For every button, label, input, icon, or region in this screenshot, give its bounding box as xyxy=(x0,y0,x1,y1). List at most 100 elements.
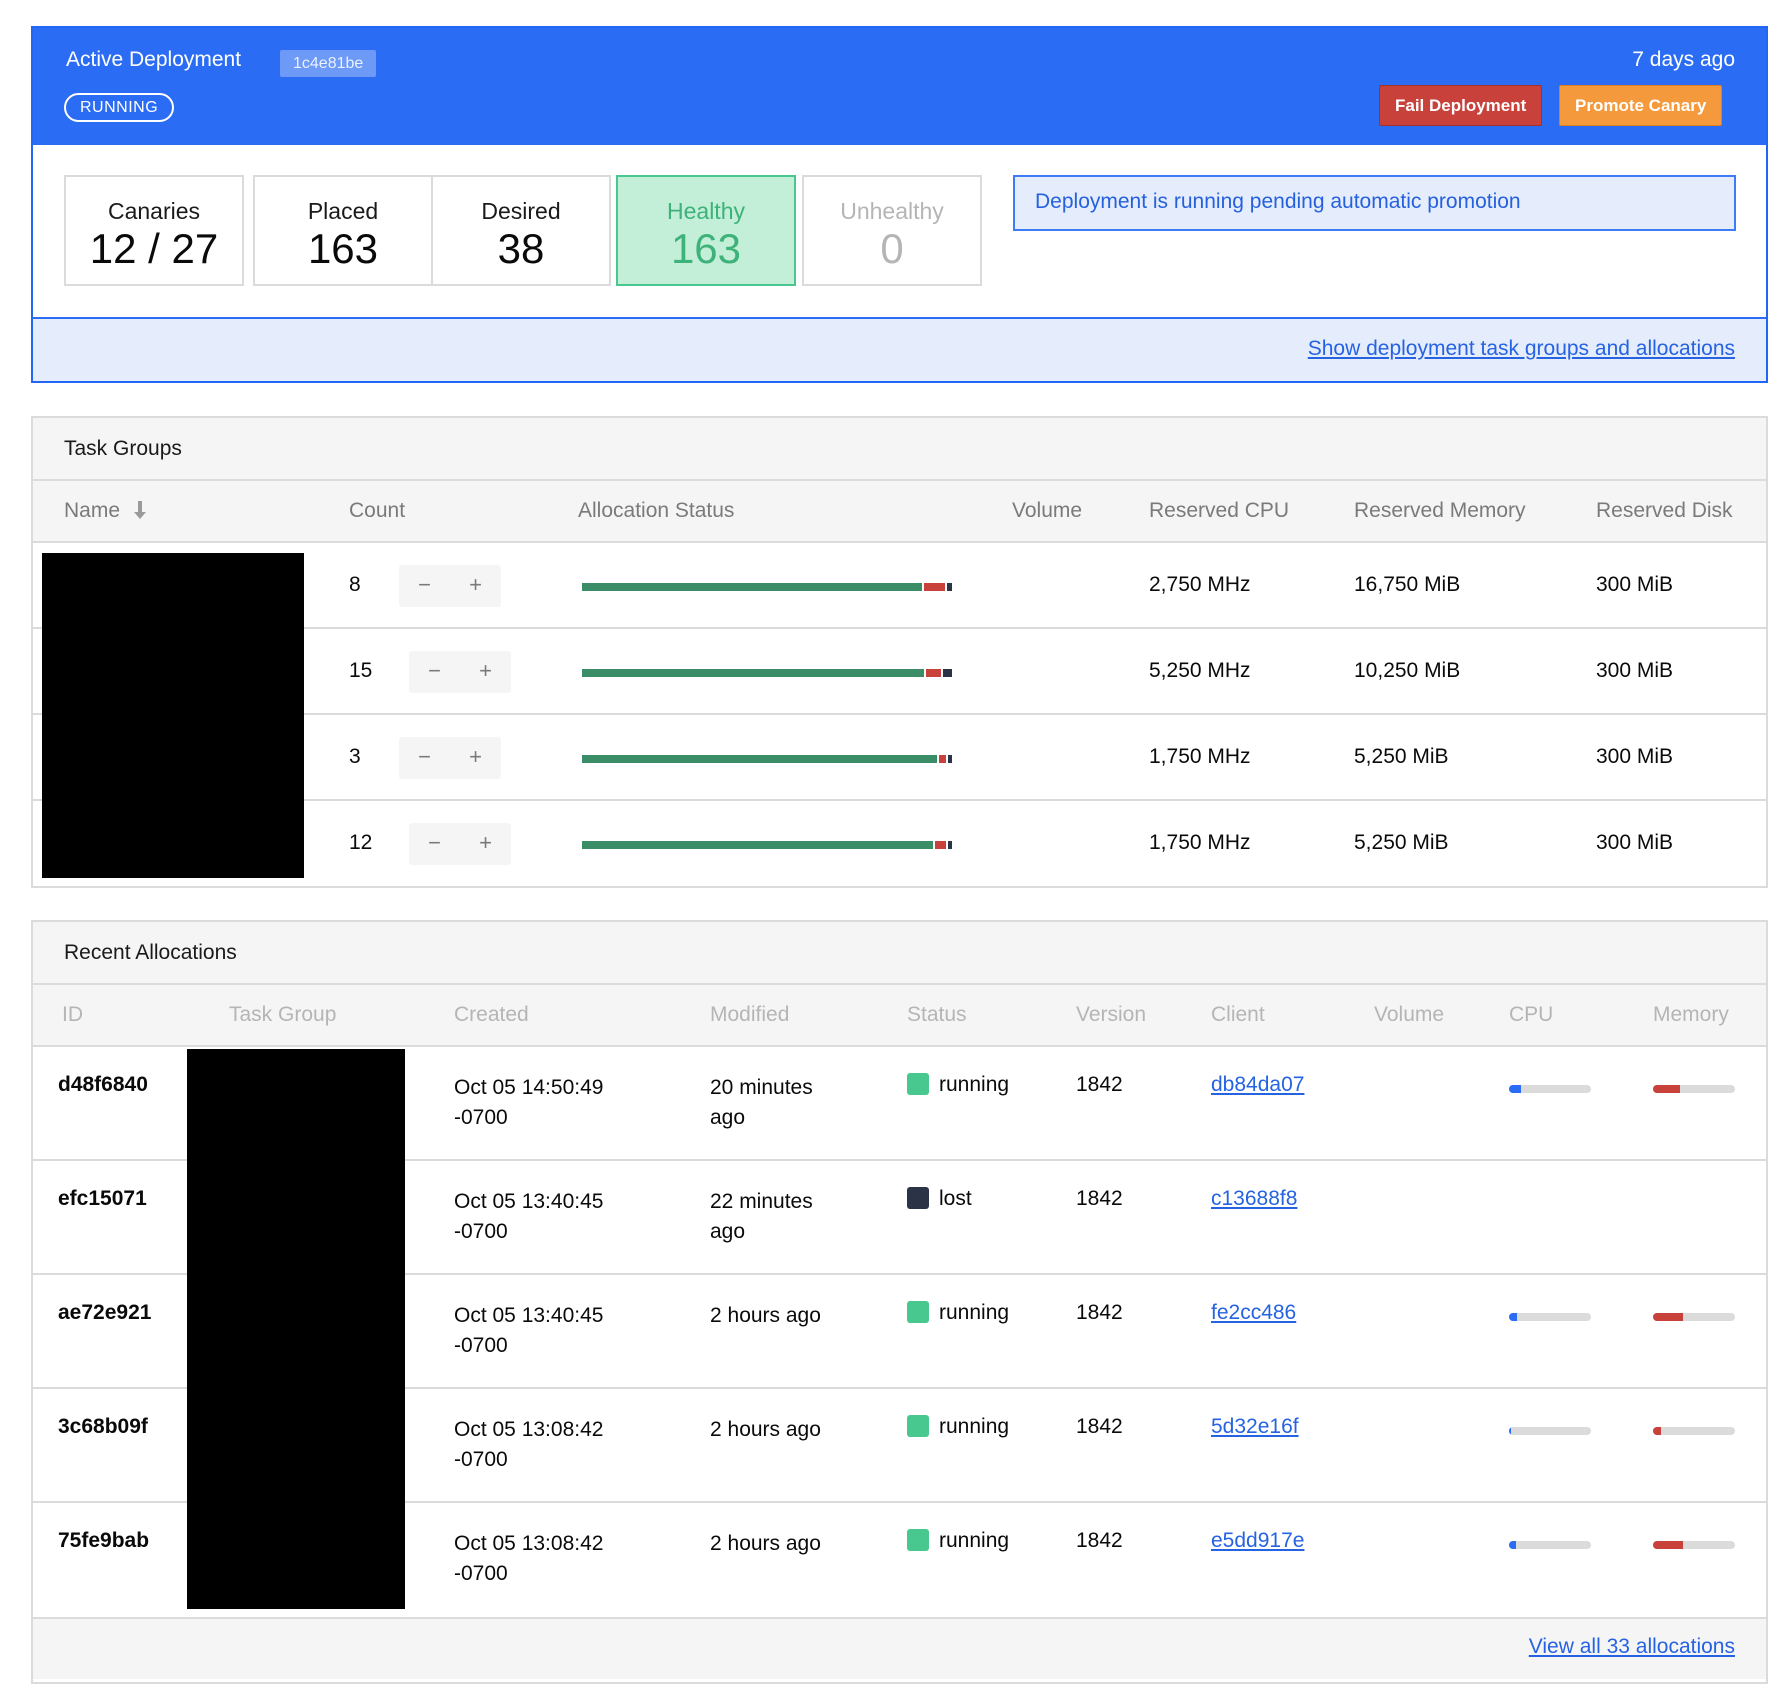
modified-text: 2 hours ago xyxy=(710,1418,821,1441)
increment-button[interactable]: + xyxy=(450,565,501,607)
memory-meter xyxy=(1653,1427,1735,1435)
reserved-cpu: 1,750 MHz xyxy=(1149,831,1251,854)
created-time: Oct 05 14:50:49 xyxy=(454,1076,604,1099)
show-task-groups-link[interactable]: Show deployment task groups and allocati… xyxy=(1308,337,1735,361)
allocation-created: Oct 05 14:50:49 -0700 xyxy=(454,1073,603,1133)
allocation-status: lost xyxy=(907,1187,972,1211)
allocation-id[interactable]: d48f6840 xyxy=(58,1073,148,1097)
client-link[interactable]: db84da07 xyxy=(1211,1073,1304,1097)
client-link[interactable]: fe2cc486 xyxy=(1211,1301,1296,1325)
allocation-failed-segment xyxy=(939,755,947,763)
allocation-version: 1842 xyxy=(1076,1073,1123,1096)
memory-meter-fill xyxy=(1653,1085,1681,1093)
modified-text: 2 hours ago xyxy=(710,1532,821,1555)
created-time: Oct 05 13:08:42 xyxy=(454,1418,604,1441)
allocation-failed-segment xyxy=(935,841,947,849)
allocation-status: running xyxy=(907,1301,1009,1325)
stat-canaries: Canaries 12 / 27 xyxy=(64,175,244,286)
column-version: Version xyxy=(1076,1003,1147,1026)
count-stepper: − + xyxy=(399,737,501,779)
column-reserved-memory[interactable]: Reserved Memory xyxy=(1354,481,1526,541)
allocation-id[interactable]: 75fe9bab xyxy=(58,1529,149,1553)
created-time: Oct 05 13:40:45 xyxy=(454,1190,604,1213)
recent-allocations-title: Recent Allocations xyxy=(33,922,1766,985)
column-reserved-cpu[interactable]: Reserved CPU xyxy=(1149,481,1289,541)
cpu-meter-fill xyxy=(1509,1313,1518,1321)
decrement-button[interactable]: − xyxy=(399,737,450,779)
stat-desired-value: 38 xyxy=(497,225,545,272)
task-group-count: 15 xyxy=(349,659,373,682)
deployment-id-badge: 1c4e81be xyxy=(280,50,377,77)
stat-unhealthy: Unhealthy 0 xyxy=(802,175,982,286)
reserved-cpu: 2,750 MHz xyxy=(1149,573,1251,596)
cpu-meter-fill xyxy=(1509,1085,1522,1093)
memory-meter xyxy=(1653,1541,1735,1549)
column-reserved-disk[interactable]: Reserved Disk xyxy=(1596,481,1733,541)
client-link[interactable]: 5d32e16f xyxy=(1211,1415,1299,1439)
fail-deployment-button[interactable]: Fail Deployment xyxy=(1379,85,1543,126)
column-allocation-status: Allocation Status xyxy=(578,499,735,522)
column-count[interactable]: Count xyxy=(349,481,405,541)
allocation-status-bar[interactable] xyxy=(582,755,954,763)
status-label: running xyxy=(939,1529,1010,1552)
reserved-disk: 300 MiB xyxy=(1596,831,1674,854)
stat-placed-label: Placed xyxy=(307,198,379,224)
allocation-modified: 20 minutes ago xyxy=(710,1073,813,1133)
created-time: Oct 05 13:40:45 xyxy=(454,1304,604,1327)
allocation-status-bar[interactable] xyxy=(582,841,954,849)
allocation-modified: 22 minutes ago xyxy=(710,1187,813,1247)
column-created: Created xyxy=(454,1003,529,1026)
deployment-notice: Deployment is running pending automatic … xyxy=(1013,175,1736,231)
allocation-created: Oct 05 13:08:42 -0700 xyxy=(454,1529,603,1589)
increment-button[interactable]: + xyxy=(460,651,511,693)
modified-text-suffix: ago xyxy=(710,1106,746,1129)
column-modified: Modified xyxy=(710,1003,790,1026)
allocation-modified: 2 hours ago xyxy=(710,1301,821,1331)
reserved-disk: 300 MiB xyxy=(1596,573,1674,596)
allocation-lost-segment xyxy=(948,755,952,763)
reserved-cpu: 1,750 MHz xyxy=(1149,745,1251,768)
decrement-button[interactable]: − xyxy=(409,651,460,693)
allocation-id[interactable]: ae72e921 xyxy=(58,1301,151,1325)
stat-placed-value: 163 xyxy=(307,225,379,272)
allocation-status-bar[interactable] xyxy=(582,583,954,591)
client-link[interactable]: c13688f8 xyxy=(1211,1187,1297,1211)
allocation-running-segment xyxy=(582,669,925,677)
increment-button[interactable]: + xyxy=(460,823,511,865)
column-name[interactable]: Name xyxy=(64,481,148,541)
status-swatch xyxy=(907,1073,929,1095)
reserved-memory: 5,250 MiB xyxy=(1354,831,1449,854)
cpu-meter xyxy=(1509,1541,1591,1549)
column-volume[interactable]: Volume xyxy=(1012,481,1082,541)
column-name-label: Name xyxy=(64,499,121,522)
modified-text: 2 hours ago xyxy=(710,1304,821,1327)
reserved-disk: 300 MiB xyxy=(1596,745,1674,768)
allocation-status-bar[interactable] xyxy=(582,669,954,677)
allocation-id[interactable]: 3c68b09f xyxy=(58,1415,148,1439)
memory-meter-fill xyxy=(1653,1541,1683,1549)
client-link[interactable]: e5dd917e xyxy=(1211,1529,1304,1553)
reserved-memory: 10,250 MiB xyxy=(1354,659,1461,682)
allocation-running-segment xyxy=(582,583,923,591)
increment-button[interactable]: + xyxy=(450,737,501,779)
status-label: lost xyxy=(939,1187,972,1210)
deployment-title: Active Deployment xyxy=(66,48,242,71)
reserved-memory: 16,750 MiB xyxy=(1354,573,1461,596)
status-label: running xyxy=(939,1415,1010,1438)
stat-healthy-value: 163 xyxy=(670,225,742,272)
view-all-allocations-link[interactable]: View all 33 allocations xyxy=(1529,1635,1735,1659)
allocation-version: 1842 xyxy=(1076,1415,1123,1438)
stat-healthy-label: Healthy xyxy=(667,198,745,224)
decrement-button[interactable]: − xyxy=(399,565,450,607)
allocation-id[interactable]: efc15071 xyxy=(58,1187,147,1211)
stat-canaries-label: Canaries xyxy=(107,198,201,224)
recent-allocations-panel: Recent Allocations ID Task Group Created… xyxy=(31,920,1768,1684)
cpu-meter-fill xyxy=(1509,1427,1512,1435)
allocation-lost-segment xyxy=(942,669,952,677)
promote-canary-button[interactable]: Promote Canary xyxy=(1559,85,1723,126)
stat-placed: Placed 163 xyxy=(253,175,433,286)
status-swatch xyxy=(907,1187,929,1209)
decrement-button[interactable]: − xyxy=(409,823,460,865)
allocation-failed-segment xyxy=(926,669,941,677)
allocation-version: 1842 xyxy=(1076,1529,1123,1552)
